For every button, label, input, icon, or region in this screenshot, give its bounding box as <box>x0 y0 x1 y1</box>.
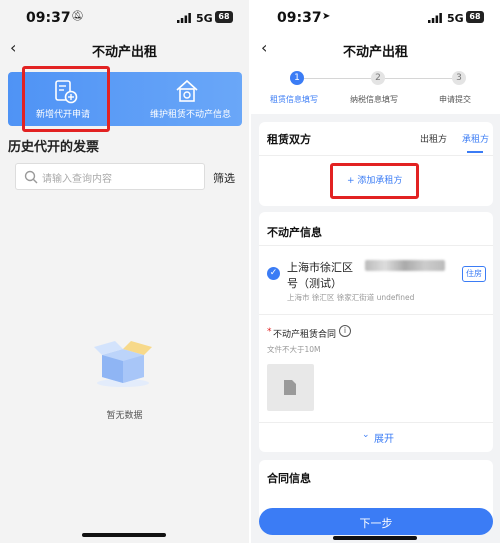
address-line-2: 号（测试） <box>287 277 342 290</box>
status-time: 09:37 <box>277 10 322 26</box>
tab-lessee[interactable]: 承租方 <box>462 132 489 145</box>
file-icon <box>284 380 296 395</box>
left-screen: 09:37 🔕︎ 5G 68 ‹ 不动产出租 新增代开申请 维护租赁不动产信息 … <box>0 0 249 543</box>
maintain-property-label: 维护租赁不动产信息 <box>150 110 232 120</box>
search-placeholder: 请输入查询内容 <box>42 174 112 185</box>
tab-underline <box>467 151 483 153</box>
step-3-label: 申请提交 <box>439 95 471 104</box>
step-1-label: 租赁信息填写 <box>270 95 318 104</box>
home-indicator <box>333 536 417 540</box>
filter-button[interactable]: 筛选 <box>213 170 235 186</box>
address-line-1: 上海市徐汇区 <box>287 261 353 274</box>
address-redacted <box>365 260 445 271</box>
nav-bar: ‹ 不动产出租 <box>0 38 249 62</box>
status-time: 09:37 <box>26 10 71 26</box>
chevron-down-icon: ⌄ <box>362 430 370 440</box>
highlight-box <box>330 163 419 199</box>
step-3-circle: 3 <box>452 71 466 85</box>
status-bar: 09:37 🔕︎ 5G 68 <box>0 0 249 36</box>
page-title: 不动产出租 <box>91 45 157 60</box>
step-line <box>384 78 452 79</box>
battery-icon: 68 <box>466 11 484 23</box>
next-button-label: 下一步 <box>359 517 393 530</box>
tab-separator <box>259 155 493 156</box>
property-card: 不动产信息 ✓ 上海市徐汇区 号（测试） 上海市 徐汇区 徐家汇街道 undef… <box>259 212 493 452</box>
empty-box-icon <box>94 341 152 387</box>
mute-icon: 🔕︎ <box>71 11 84 22</box>
step-2-circle: 2 <box>371 71 385 85</box>
battery-icon: 68 <box>215 11 233 23</box>
expand-button[interactable]: 展开 <box>374 430 394 445</box>
right-screen: 09:37 ➤ 5G 68 ‹ 不动产出租 1 2 3 租赁信息填写 纳税信息填… <box>251 0 500 543</box>
location-icon: ➤ <box>322 11 331 22</box>
selected-check-icon[interactable]: ✓ <box>267 267 280 280</box>
network-label: 5G <box>447 12 464 25</box>
step-2-label: 纳税信息填写 <box>350 95 398 104</box>
card-separator <box>259 314 493 315</box>
step-line <box>304 78 372 79</box>
maintain-property-button[interactable]: 维护租赁不动产信息 <box>138 78 242 122</box>
empty-message: 暂无数据 <box>106 411 143 421</box>
search-input[interactable]: 请输入查询内容 <box>15 163 205 190</box>
contract-label: 不动产租赁合同 <box>273 330 337 340</box>
card-separator <box>259 422 493 423</box>
upload-placeholder[interactable] <box>267 364 314 411</box>
highlight-box <box>22 66 110 132</box>
step-1-circle: 1 <box>290 71 304 85</box>
contract-title: 合同信息 <box>267 472 311 485</box>
sub-address: 上海市 徐汇区 徐家汇街道 undefined <box>287 293 415 302</box>
property-title: 不动产信息 <box>267 226 322 239</box>
home-indicator <box>82 533 166 537</box>
tab-lessor[interactable]: 出租方 <box>420 132 447 145</box>
info-icon[interactable]: i <box>339 325 351 337</box>
size-hint: 文件不大于10M <box>267 345 321 354</box>
nav-bar: ‹ 不动产出租 <box>251 38 500 62</box>
signal-icon <box>428 13 442 23</box>
page-title: 不动产出租 <box>342 45 408 60</box>
status-bar: 09:37 ➤ 5G 68 <box>251 0 500 36</box>
search-icon <box>24 170 38 184</box>
network-label: 5G <box>196 12 213 25</box>
next-button[interactable]: 下一步 <box>259 508 493 535</box>
history-title: 历史代开的发票 <box>8 140 100 155</box>
parties-title: 租赁双方 <box>267 133 311 146</box>
signal-icon <box>177 13 191 23</box>
required-mark: * <box>267 327 272 337</box>
card-separator <box>259 245 493 246</box>
house-settings-icon <box>176 79 198 102</box>
property-type-tag: 住房 <box>462 266 486 282</box>
